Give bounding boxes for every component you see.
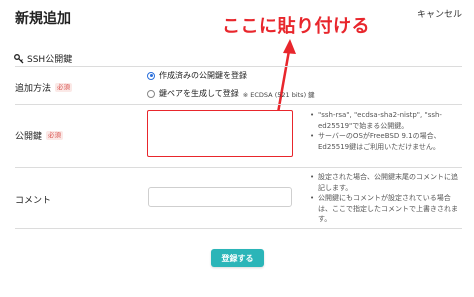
public-key-textarea[interactable] (147, 110, 293, 157)
radio-option-note: ※ ECDSA (521 bits) 鍵 (242, 90, 315, 99)
divider (15, 167, 462, 168)
radio-option-label: 作成済みの公開鍵を登録 (159, 71, 247, 80)
section-title: SSH公開鍵 (27, 55, 73, 65)
comment-label: コメント (15, 193, 51, 206)
method-label-text: 追加方法 (15, 84, 52, 94)
submit-button[interactable]: 登録する (211, 249, 264, 267)
divider (15, 104, 462, 105)
required-badge: 必須 (55, 83, 73, 92)
radio-option-existing-key[interactable]: 作成済みの公開鍵を登録 (147, 70, 247, 81)
section-header: SSH公開鍵 (14, 52, 72, 65)
cancel-button[interactable]: キャンセル (417, 7, 462, 20)
help-item: サーバーのOSがFreeBSD 9.1の場合、Ed25519鍵はご利用いただけま… (310, 131, 462, 152)
page-title: 新規追加 (15, 11, 71, 27)
method-label: 追加方法 必須 (15, 81, 73, 94)
paste-here-callout: ここに貼り付ける (222, 16, 370, 37)
radio-unselected-icon[interactable] (147, 89, 155, 98)
help-item: "ssh-rsa", "ecdsa-sha2-nistp", "ssh-ed25… (310, 110, 462, 131)
help-item: 公開鍵にもコメントが設定されている場合は、ここで指定したコメントで上書きされます… (310, 193, 462, 225)
help-item: 設定された場合、公開鍵末尾のコメントに追記します。 (310, 172, 462, 193)
public-key-label: 公開鍵 必須 (15, 129, 64, 142)
radio-selected-icon[interactable] (147, 71, 155, 80)
public-key-help: "ssh-rsa", "ecdsa-sha2-nistp", "ssh-ed25… (310, 110, 462, 152)
comment-help: 設定された場合、公開鍵末尾のコメントに追記します。 公開鍵にもコメントが設定され… (310, 172, 462, 225)
radio-option-generate-key[interactable]: 鍵ペアを生成して登録 ※ ECDSA (521 bits) 鍵 (147, 88, 315, 99)
radio-option-label: 鍵ペアを生成して登録 (159, 89, 239, 98)
comment-label-text: コメント (15, 196, 52, 206)
divider (15, 66, 462, 67)
divider (15, 228, 462, 229)
comment-input[interactable] (148, 187, 292, 207)
required-badge: 必須 (46, 131, 64, 140)
public-key-label-text: 公開鍵 (15, 132, 43, 142)
key-icon (14, 53, 24, 63)
